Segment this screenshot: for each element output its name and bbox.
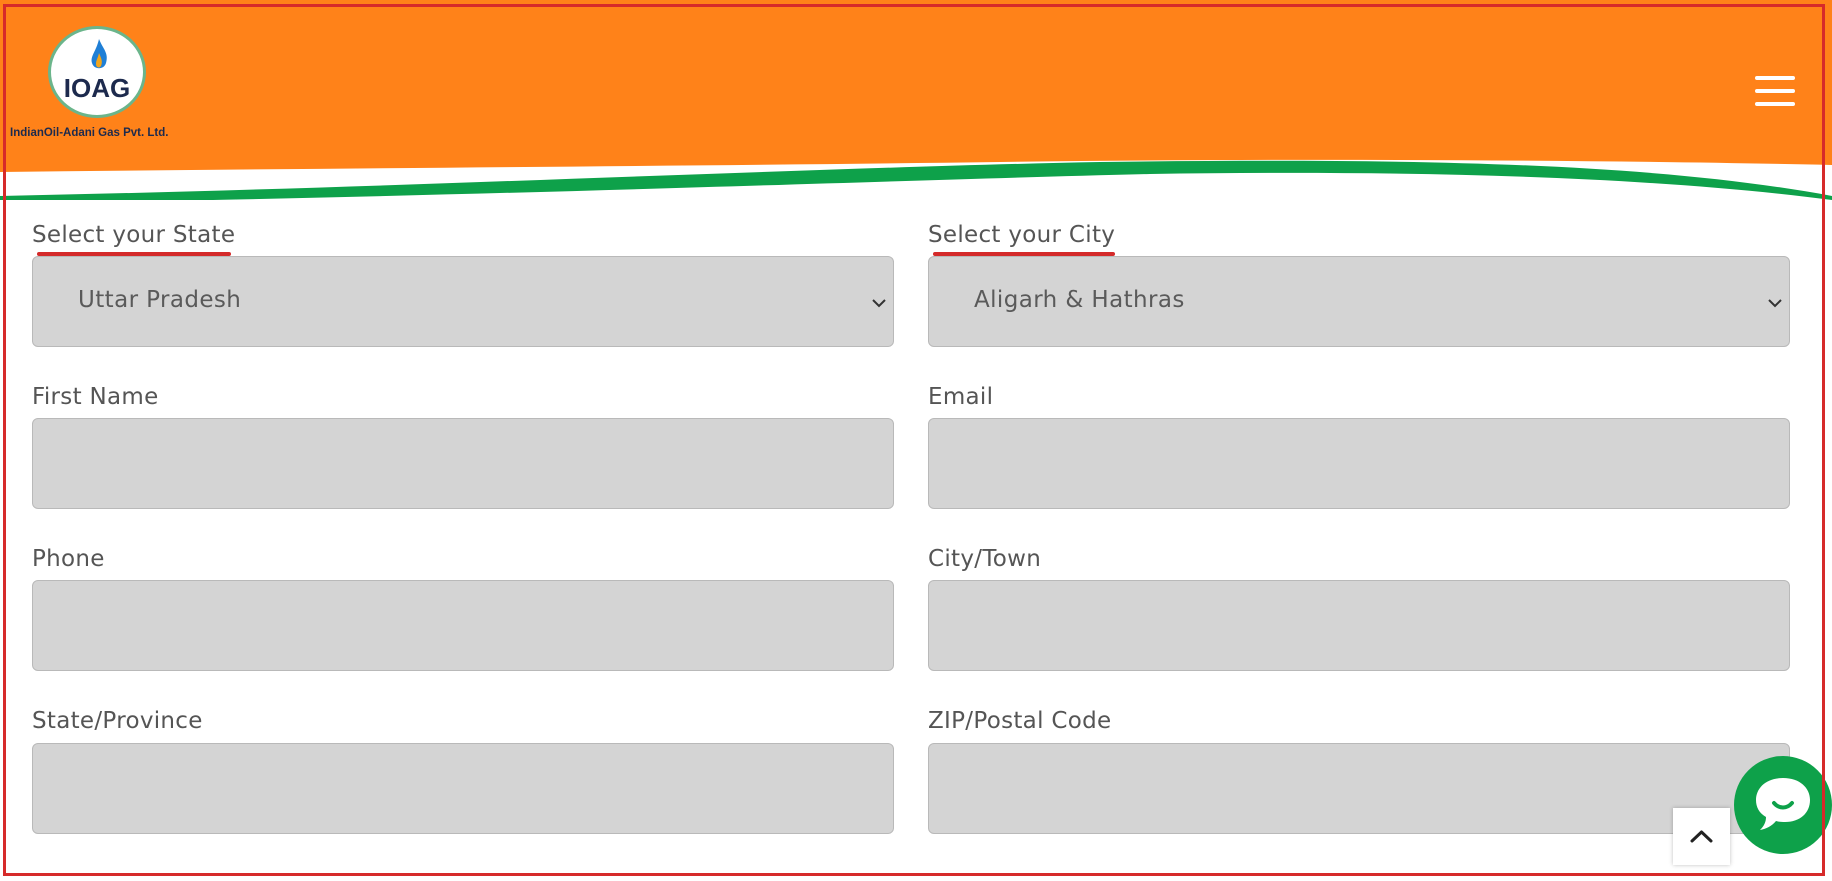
city-select-label: Select your City	[928, 222, 1116, 248]
phone-label: Phone	[32, 546, 105, 572]
chevron-down-icon	[1768, 299, 1782, 308]
city-select-value: Aligarh & Hathras	[974, 287, 1185, 313]
chevron-down-icon	[872, 299, 886, 308]
chat-bubble-icon	[1756, 778, 1810, 830]
chevron-up-icon	[1690, 830, 1713, 843]
company-logo[interactable]: IOAG IndianOil-Adani Gas Pvt. Ltd.	[10, 26, 190, 146]
city-select[interactable]: Aligarh & Hathras	[928, 256, 1790, 347]
state-province-label: State/Province	[32, 708, 203, 734]
flame-icon	[91, 39, 107, 69]
phone-field[interactable]	[32, 580, 894, 671]
site-header: IOAG IndianOil-Adani Gas Pvt. Ltd.	[0, 0, 1832, 205]
state-select-value: Uttar Pradesh	[78, 287, 242, 313]
logo-emblem: IOAG	[48, 26, 146, 118]
first-name-field[interactable]	[32, 418, 894, 509]
first-name-label: First Name	[32, 384, 159, 410]
zip-field[interactable]	[928, 743, 1790, 834]
logo-wordmark: IOAG	[63, 73, 131, 103]
city-town-field[interactable]	[928, 580, 1790, 671]
state-province-field[interactable]	[32, 743, 894, 834]
email-field[interactable]	[928, 418, 1790, 509]
scroll-to-top-button[interactable]	[1673, 808, 1730, 865]
city-town-label: City/Town	[928, 546, 1042, 572]
logo-caption: IndianOil-Adani Gas Pvt. Ltd.	[10, 127, 169, 139]
hamburger-menu-icon[interactable]	[1755, 76, 1797, 106]
state-select[interactable]: Uttar Pradesh	[32, 256, 894, 347]
email-label: Email	[928, 384, 994, 410]
chat-button[interactable]	[1734, 756, 1832, 854]
zip-label: ZIP/Postal Code	[928, 708, 1112, 734]
header-banner	[0, 0, 1832, 205]
state-select-label: Select your State	[32, 222, 236, 248]
